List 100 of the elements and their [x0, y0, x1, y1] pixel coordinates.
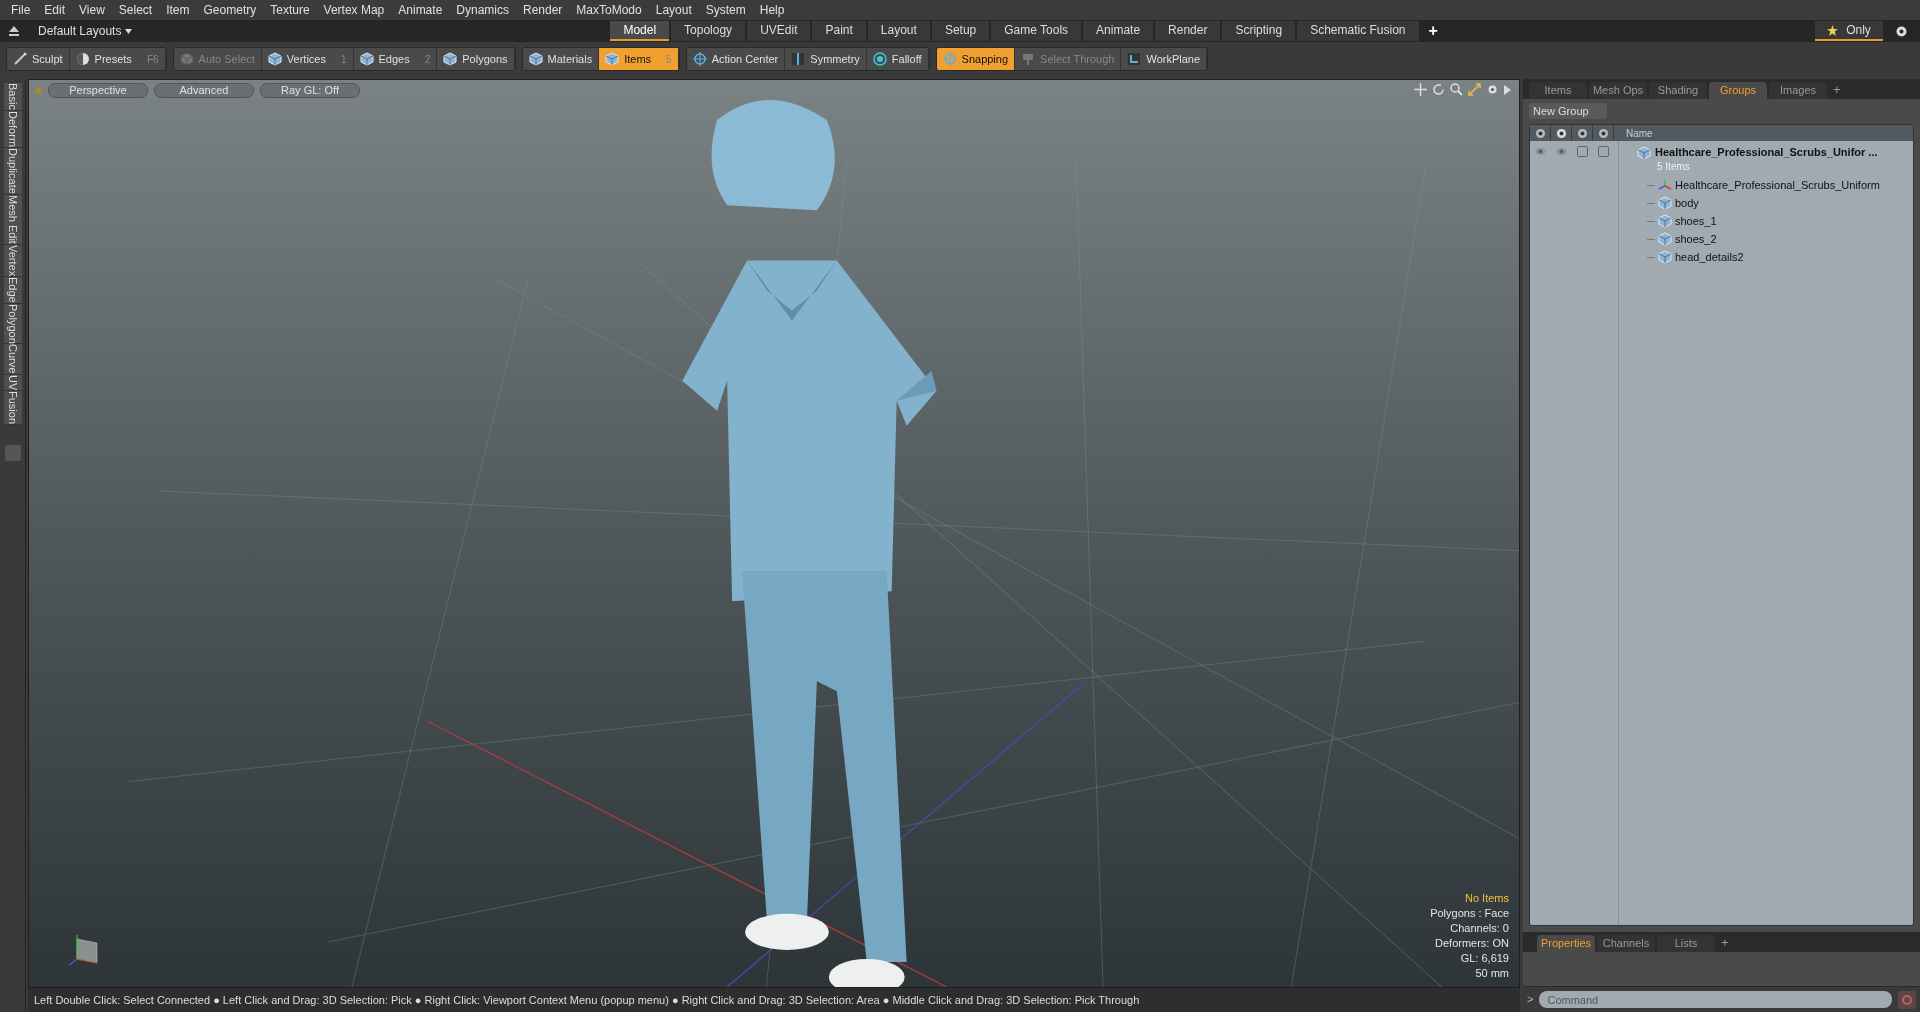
- side-tab[interactable]: Vertex: [3, 244, 22, 277]
- layout-tab[interactable]: Game Tools: [991, 21, 1082, 41]
- menu-item[interactable]: Render: [516, 1, 570, 19]
- viewport-info-text: Polygons : Face: [1430, 906, 1509, 921]
- group-name[interactable]: Healthcare_Professional_Scrubs_Unifor ...: [1655, 144, 1878, 161]
- toolbar-button[interactable]: Snapping: [936, 48, 1016, 70]
- caret-icon: [125, 28, 133, 34]
- move-icon[interactable]: [1414, 83, 1427, 96]
- panel-tab[interactable]: Channels: [1597, 935, 1655, 952]
- panel-tab[interactable]: Items: [1529, 82, 1587, 99]
- command-prompt: >: [1527, 992, 1534, 1008]
- rotate-icon[interactable]: [1432, 83, 1445, 96]
- menu-item[interactable]: Layout: [648, 1, 699, 19]
- layout-dropdown[interactable]: Default Layouts: [38, 22, 133, 40]
- toolbar-button[interactable]: Sculpt: [7, 48, 70, 70]
- viewport-info-text: Channels: 0: [1450, 921, 1509, 936]
- only-button[interactable]: Only: [1815, 21, 1883, 41]
- add-tab-button[interactable]: +: [1420, 19, 1446, 43]
- menu-item[interactable]: Vertex Map: [316, 1, 392, 19]
- side-tab[interactable]: Duplicate: [3, 147, 22, 195]
- layout-tab[interactable]: Model: [610, 21, 670, 41]
- symmetry-icon: [791, 52, 806, 66]
- menu-item[interactable]: View: [72, 1, 112, 19]
- tree-item[interactable]: shoes_2: [1675, 230, 1717, 248]
- menu-item[interactable]: Texture: [263, 1, 317, 19]
- panel-tab[interactable]: Images: [1769, 82, 1827, 99]
- menu-item[interactable]: System: [698, 1, 753, 19]
- tree-item[interactable]: Healthcare_Professional_Scrubs_Uniform: [1675, 176, 1880, 194]
- layout-tab[interactable]: Setup: [931, 21, 990, 41]
- triangle-icon[interactable]: [1504, 84, 1511, 95]
- add-tab-button[interactable]: +: [1829, 79, 1845, 99]
- tree-item[interactable]: shoes_1: [1675, 212, 1717, 230]
- add-tab-button[interactable]: +: [1717, 932, 1733, 952]
- layout-tab[interactable]: Topology: [671, 21, 746, 41]
- viewport-option-button[interactable]: Ray GL: Off: [260, 83, 360, 98]
- viewport-option-button[interactable]: Advanced: [154, 83, 254, 98]
- eye-icon[interactable]: [1534, 127, 1546, 139]
- zoom-icon[interactable]: [1450, 83, 1463, 96]
- toolbar-button[interactable]: Items 5: [599, 48, 679, 70]
- crosshair-icon: [692, 52, 707, 66]
- expand-icon[interactable]: [1468, 83, 1481, 96]
- viewport[interactable]: Perspective Advanced Ray GL: Off No Items Polygons : Face Channels: 0 Deformers: ON GL: 6,619 50 mm: [28, 79, 1520, 988]
- side-tab[interactable]: Curve: [3, 344, 22, 375]
- select-through-icon: [1021, 52, 1036, 66]
- mesh-icon: [1637, 145, 1651, 160]
- new-group-button[interactable]: New Group: [1529, 103, 1607, 119]
- layout-tab[interactable]: UVEdit: [747, 21, 811, 41]
- collapse-icon[interactable]: [8, 25, 20, 37]
- star-icon: [1827, 24, 1839, 36]
- status-text: Left Double Click: Select Connected ● Left Click and Drag: 3D Selection: Pick ● Right Click: Viewport Context Menu (popup menu) ● Right Click and Drag: 3D Selection: Area ● Middle Click and Drag: 3D Selection: Pick Through: [34, 992, 1140, 1008]
- menu-item[interactable]: Item: [159, 1, 197, 19]
- layout-tab[interactable]: Render: [1155, 21, 1221, 41]
- layout-tab[interactable]: Scripting: [1222, 21, 1296, 41]
- settings-icon[interactable]: [1895, 24, 1908, 38]
- menu-item[interactable]: Animate: [391, 1, 450, 19]
- side-tab[interactable]: Polygon: [3, 303, 22, 345]
- side-tab[interactable]: Fusion: [3, 391, 22, 426]
- layout-tab[interactable]: Paint: [812, 21, 866, 41]
- side-tab-toggle[interactable]: [4, 445, 21, 462]
- viewport-info-text: No Items: [1465, 891, 1509, 906]
- menu-item[interactable]: File: [4, 1, 38, 19]
- panel-tab[interactable]: Groups: [1709, 82, 1767, 99]
- viewport-info-text: GL: 6,619: [1460, 951, 1509, 966]
- mesh-icon: [1658, 232, 1672, 246]
- falloff-icon: [872, 52, 887, 66]
- layout-tab[interactable]: Animate: [1083, 21, 1154, 41]
- column-header[interactable]: Name: [1614, 125, 1653, 141]
- side-tab[interactable]: Basic: [3, 83, 22, 111]
- toolbar-button[interactable]: Materials: [522, 48, 600, 70]
- menu-item[interactable]: Help: [752, 1, 792, 19]
- render-icon[interactable]: [1555, 127, 1567, 139]
- presets-icon: [75, 52, 90, 66]
- toolbar-button[interactable]: Action Center: [686, 48, 786, 70]
- mesh-icon: [1658, 250, 1672, 264]
- item-count: 5 Items: [1656, 161, 1691, 173]
- checkbox[interactable]: [1577, 146, 1588, 157]
- menu-item[interactable]: Dynamics: [449, 1, 516, 19]
- viewport-option-button[interactable]: Perspective: [48, 83, 148, 98]
- side-tab[interactable]: Edge: [3, 276, 22, 304]
- checkbox[interactable]: [1598, 146, 1609, 157]
- tree-item[interactable]: body: [1675, 194, 1699, 212]
- eye-icon[interactable]: [1535, 147, 1546, 156]
- layout-tab[interactable]: Schematic Fusion: [1297, 21, 1419, 41]
- panel-tab[interactable]: Properties: [1537, 935, 1595, 952]
- side-tab[interactable]: Deform: [3, 110, 22, 148]
- record-button[interactable]: [1898, 990, 1916, 1009]
- viewport-info-text: Deformers: ON: [1435, 936, 1509, 951]
- command-field[interactable]: Command: [1539, 991, 1892, 1008]
- workplane-icon: [1127, 52, 1142, 66]
- menu-item[interactable]: Geometry: [196, 1, 264, 19]
- panel-tab[interactable]: Mesh Ops: [1589, 82, 1647, 99]
- tree-item[interactable]: head_details2: [1675, 248, 1744, 266]
- panel-tab[interactable]: Shading: [1649, 82, 1707, 99]
- menu-item[interactable]: MaxToModo: [569, 1, 649, 19]
- panel-tab[interactable]: Lists: [1657, 935, 1715, 952]
- layout-tab[interactable]: Layout: [867, 21, 930, 41]
- locator-icon: [1658, 178, 1672, 192]
- menu-item[interactable]: Edit: [37, 1, 73, 19]
- menu-item[interactable]: Select: [111, 1, 160, 19]
- side-tab[interactable]: Mesh Edit: [3, 194, 22, 245]
